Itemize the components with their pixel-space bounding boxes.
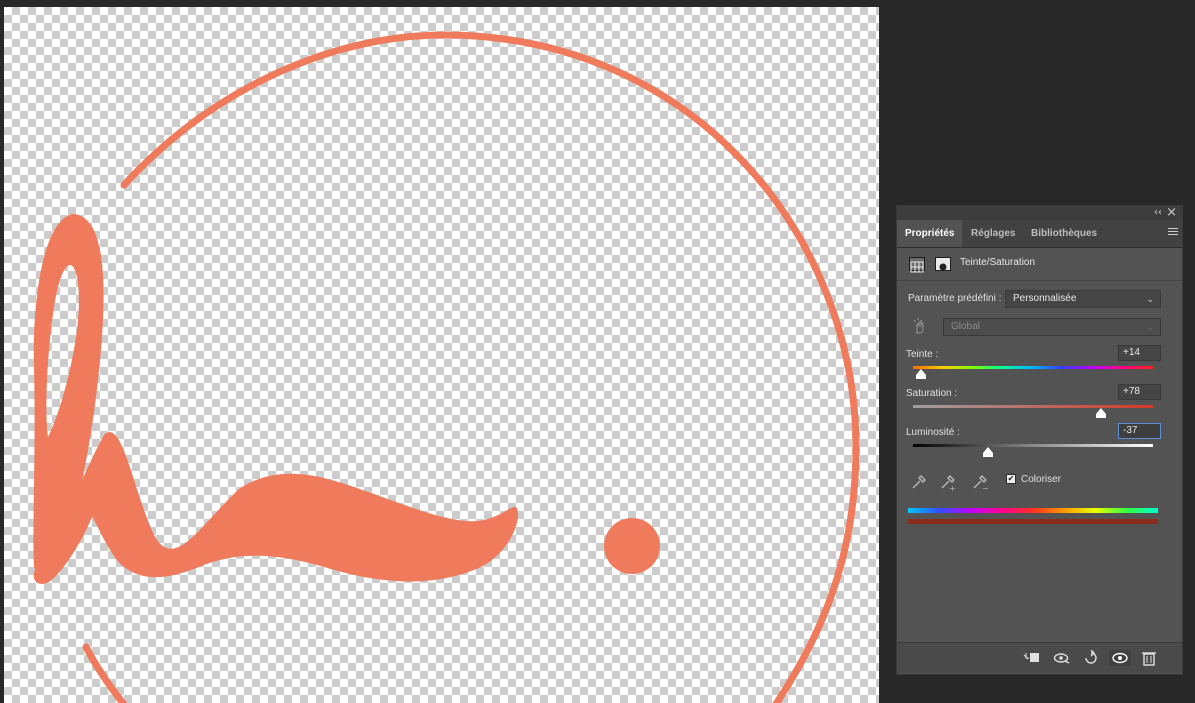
preset-label: Paramètre prédéfini : xyxy=(908,293,1002,304)
panel-menu-icon[interactable] xyxy=(1168,228,1178,237)
circle-ring-bottom xyxy=(82,643,128,703)
swoosh-stroke xyxy=(33,432,519,584)
preset-select[interactable]: Personnalisée ⌄ xyxy=(1005,290,1161,308)
lightness-input[interactable]: -37 xyxy=(1118,423,1161,439)
lightness-slider-track[interactable] xyxy=(913,444,1153,447)
period-dot xyxy=(604,518,660,574)
collapse-panel-icon[interactable]: ‹‹ xyxy=(1154,206,1162,220)
lightness-label: Luminosité : xyxy=(906,427,960,438)
view-previous-state-icon[interactable] xyxy=(1053,650,1071,666)
channel-select: Global ⌄ xyxy=(943,318,1161,336)
saturation-slider-thumb[interactable] xyxy=(1096,408,1106,418)
layer-mask-icon[interactable] xyxy=(935,257,951,271)
artwork xyxy=(33,31,860,703)
properties-panel: ‹‹ × Propriétés Réglages Bibliothèques T… xyxy=(896,205,1183,675)
panel-tabs: Propriétés Réglages Bibliothèques xyxy=(897,220,1182,248)
hue-slider-thumb[interactable] xyxy=(916,369,926,379)
targeted-adjustment-hand-icon[interactable] xyxy=(911,318,929,334)
output-color-bar xyxy=(908,519,1158,524)
saturation-input[interactable]: +78 xyxy=(1118,384,1161,400)
tab-reglages[interactable]: Réglages xyxy=(963,220,1023,247)
chevron-down-icon: ⌄ xyxy=(1146,294,1154,304)
hue-slider-track[interactable] xyxy=(913,366,1153,369)
saturation-slider-track[interactable] xyxy=(913,405,1153,408)
tab-proprietes[interactable]: Propriétés xyxy=(897,220,963,247)
circle-ring-top xyxy=(120,31,860,703)
panel-footer xyxy=(897,642,1182,673)
tab-bibliotheques[interactable]: Bibliothèques xyxy=(1023,220,1105,247)
preset-value: Personnalisée xyxy=(1013,293,1077,304)
input-color-bar xyxy=(908,508,1158,513)
hue-label: Teinte : xyxy=(906,349,939,360)
svg-text:−: − xyxy=(982,484,989,491)
eyedropper-icon[interactable] xyxy=(910,473,928,491)
lightness-slider-thumb[interactable] xyxy=(983,447,993,457)
close-panel-icon[interactable]: × xyxy=(1166,206,1177,220)
colorize-label: Coloriser xyxy=(1021,474,1062,485)
colorize-checkbox[interactable]: ✔ xyxy=(1006,474,1016,484)
adjustment-header: Teinte/Saturation xyxy=(897,248,1182,281)
trash-icon[interactable] xyxy=(1140,650,1158,666)
add-to-sample-eyedropper-icon[interactable]: + xyxy=(939,473,957,493)
channel-value: Global xyxy=(951,321,980,332)
subtract-from-sample-eyedropper-icon[interactable]: − xyxy=(971,473,989,493)
chevron-down-icon: ⌄ xyxy=(1146,322,1154,332)
hue-input[interactable]: +14 xyxy=(1118,345,1161,361)
saturation-label: Saturation : xyxy=(906,388,958,399)
panel-title-bar: ‹‹ × xyxy=(897,206,1182,220)
svg-text:+: + xyxy=(949,484,956,491)
adjustment-title: Teinte/Saturation xyxy=(960,257,1036,268)
document-canvas[interactable] xyxy=(4,7,879,703)
visibility-eye-icon[interactable] xyxy=(1109,650,1131,666)
clip-to-layer-icon[interactable] xyxy=(1023,650,1041,666)
adjustment-layer-icon[interactable] xyxy=(909,257,925,273)
reset-icon[interactable] xyxy=(1082,649,1100,666)
